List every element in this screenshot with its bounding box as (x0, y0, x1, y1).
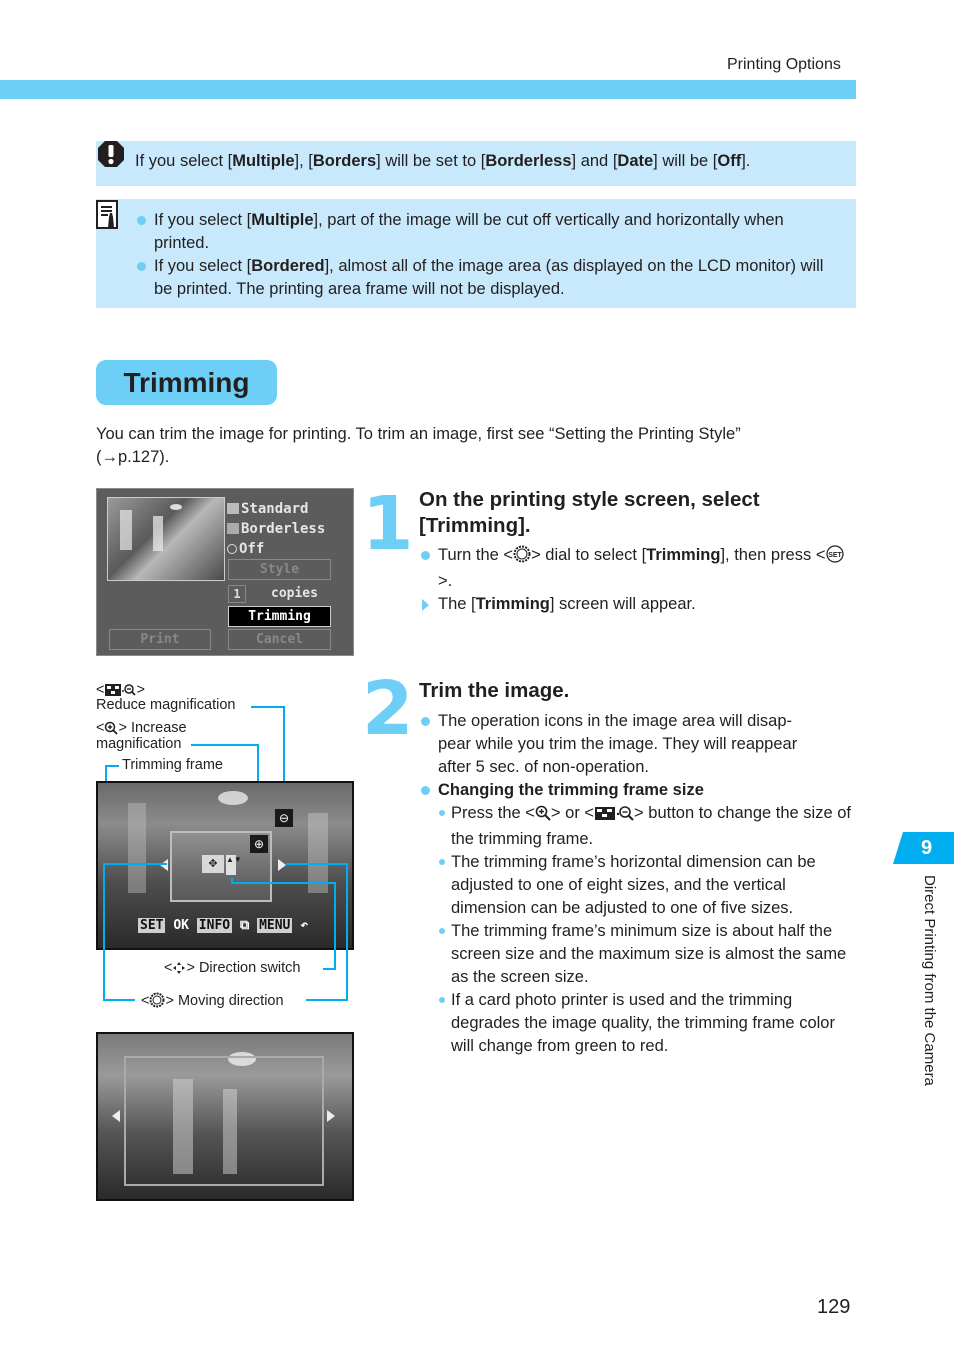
bullet-dot (421, 786, 430, 795)
return-icon: ↶ (300, 918, 309, 933)
sub-list: Press the < > or < > button to change the … (419, 802, 859, 1058)
style-button[interactable]: Style (228, 559, 331, 580)
zoom-in-icon (535, 805, 551, 828)
sub-item: The trimming frame’s minimum size is abo… (438, 920, 859, 989)
thumbnail-photo (107, 497, 225, 581)
callout-line (286, 863, 348, 865)
step1-heading: On the printing style screen, select [Tr… (419, 488, 760, 537)
callout-line (103, 863, 167, 865)
header-bar (0, 80, 856, 99)
increase-magnification-label-line2: magnification (96, 736, 182, 752)
step2-bullet: The operation icons in the image area wi… (419, 710, 859, 779)
cross-keys-icon (172, 961, 186, 980)
trimming-frame-label: Trimming frame (122, 757, 223, 773)
paper-option-standard: Standard (227, 499, 325, 519)
menu-key: MENU (257, 918, 293, 933)
cancel-button[interactable]: Cancel (228, 629, 331, 650)
borders-option-borderless: Borderless (227, 519, 325, 539)
moving-direction-label: < > Moving direction (141, 992, 284, 1013)
direction-switch-icon: ✥ (202, 855, 224, 873)
callout-line (251, 706, 285, 708)
index-reduce-icon (594, 805, 634, 828)
callout-line (103, 999, 135, 1001)
trimming-button[interactable]: Trimming (228, 606, 331, 627)
trimming-result-image (96, 1032, 354, 1201)
bullet-dot (439, 928, 445, 934)
vertical-arrows-icon: ▲▼ (226, 855, 242, 875)
direction-switch-label: < > Direction switch (164, 960, 301, 980)
callout-line (346, 863, 348, 1001)
chapter-label: Direct Printing from the Camera (921, 875, 938, 1086)
step1-body: Turn the < > dial to select [Trimming], t… (419, 544, 859, 616)
caution-icon (97, 140, 125, 168)
memo-icon (96, 200, 120, 230)
bullet-dot (439, 810, 445, 816)
style-options: Standard Borderless Off (227, 499, 325, 559)
bullet-dot (421, 717, 430, 726)
step2-heading: Trim the image. (419, 679, 570, 702)
chapter-number: 9 (920, 837, 933, 859)
ok-label: OK (173, 918, 189, 933)
memo-item: If you select [Bordered], almost all of … (135, 255, 835, 301)
callout-line (105, 765, 119, 767)
rotate-icon: ⧉ (239, 918, 250, 933)
copies-label: copies (271, 586, 318, 601)
bullet-dot (137, 262, 146, 271)
printing-style-screen-image: Standard Borderless Off Style 1 copies T… (96, 488, 354, 656)
step1-result: The [Trimming] screen will appear. (419, 593, 859, 616)
sub-item: Press the < > or < > button to change the … (438, 802, 859, 851)
move-right-arrow-icon (278, 859, 286, 871)
reduce-magnification-icon: ⊖ (275, 809, 293, 827)
set-key: SET (138, 918, 166, 933)
page-number: 129 (817, 1296, 851, 1318)
info-key: INFO (196, 918, 233, 933)
sub-item: The trimming frame’s horizontal dimensio… (438, 851, 859, 920)
step2-subheading: Changing the trimming frame size (419, 779, 859, 802)
copies-value[interactable]: 1 (228, 585, 246, 603)
move-right-arrow-icon (327, 1110, 335, 1122)
screen-button-bar: SET OK INFO ⧉ MENU ↶ (138, 918, 308, 933)
step2-body: The operation icons in the image area wi… (419, 710, 859, 1058)
callout-line (306, 999, 348, 1001)
callout-line (231, 882, 336, 884)
increase-magnification-icon: ⊕ (250, 835, 268, 853)
callout-line (334, 882, 336, 970)
bullet-dot (421, 551, 430, 560)
callout-line (103, 863, 105, 1001)
callout-line (323, 968, 336, 970)
set-button-icon: SET (825, 545, 845, 570)
main-dial-icon (513, 545, 531, 570)
memo-list: If you select [Multiple], part of the im… (135, 209, 835, 301)
move-left-arrow-icon (160, 859, 168, 871)
svg-text:SET: SET (829, 552, 843, 559)
reduce-magnification-label: Reduce magnification (96, 697, 236, 713)
section-title: Trimming (96, 360, 277, 405)
caution-text: If you select [Multiple], [Borders] will… (135, 152, 751, 170)
main-dial-icon (149, 992, 165, 1013)
bullet-dot (137, 216, 146, 225)
callout-line (191, 744, 259, 746)
trimming-screen-image: ⊖ ⊕ ✥ ▲▼ SET OK INFO ⧉ MENU ↶ (96, 781, 354, 950)
print-button[interactable]: Print (109, 629, 211, 650)
step-number-1: 1 (362, 481, 414, 567)
sub-item: If a card photo printer is used and the … (438, 989, 859, 1058)
chapter-tab[interactable]: 9 (893, 832, 954, 864)
bullet-dot (439, 997, 445, 1003)
intro-text: You can trim the image for printing. To … (96, 425, 741, 466)
header-section-label: Printing Options (727, 56, 841, 73)
result-arrow-icon (422, 599, 429, 611)
trimming-frame[interactable] (124, 1056, 324, 1186)
memo-item: If you select [Multiple], part of the im… (135, 209, 835, 255)
step1-bullet: Turn the < > dial to select [Trimming], t… (419, 544, 859, 593)
step-number-2: 2 (362, 666, 414, 752)
date-option-off: Off (227, 539, 325, 559)
move-left-arrow-icon (112, 1110, 120, 1122)
bullet-dot (439, 859, 445, 865)
